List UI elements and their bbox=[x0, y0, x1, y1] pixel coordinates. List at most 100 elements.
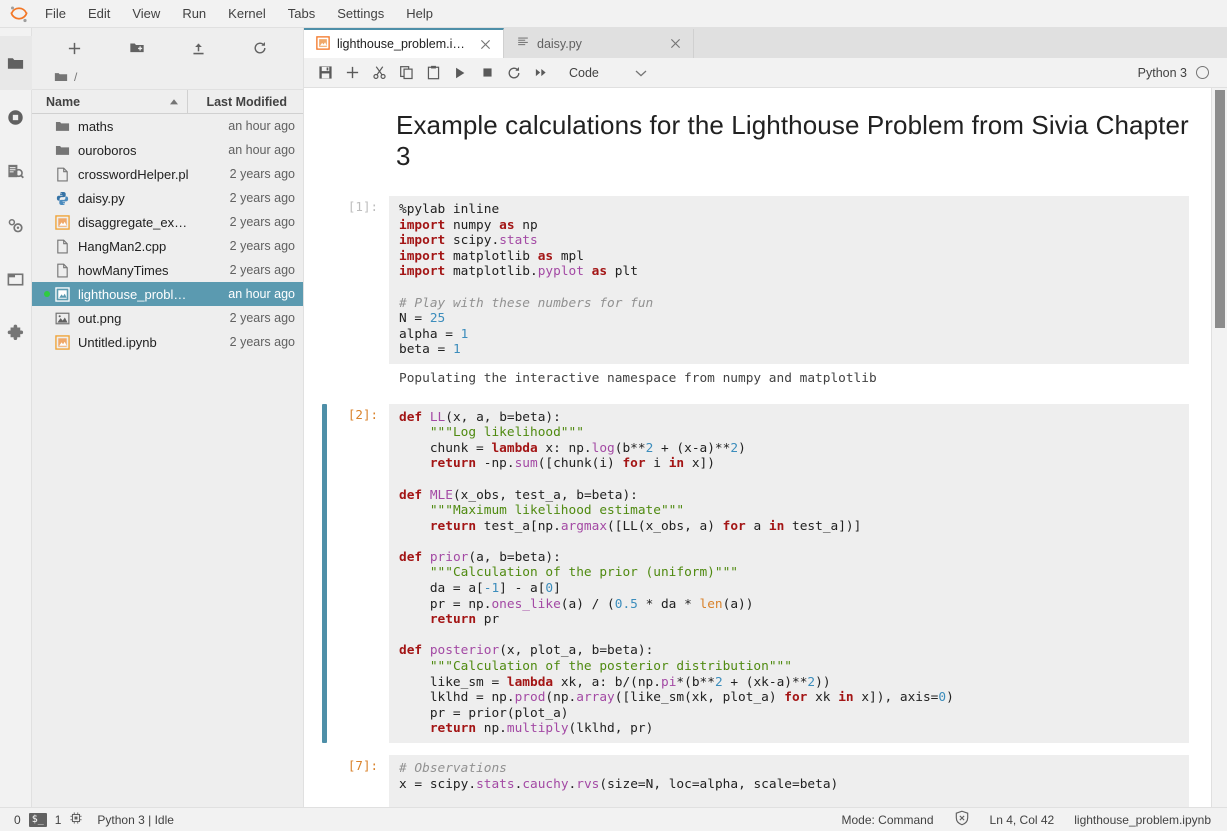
code-line: """Calculation of the prior (uniform)""" bbox=[399, 565, 1181, 581]
cursor-position[interactable]: Ln 4, Col 42 bbox=[990, 813, 1055, 827]
menu-help[interactable]: Help bbox=[395, 1, 444, 27]
file-list-item[interactable]: lighthouse_probl…an hour ago bbox=[32, 282, 303, 306]
scrollbar-thumb[interactable] bbox=[1215, 90, 1225, 328]
kernel-chip-icon[interactable] bbox=[69, 811, 83, 828]
code-line: return -np.sum([chunk(i) for i in x]) bbox=[399, 456, 1181, 472]
cell-editor[interactable]: # Observationsx = scipy.stats.cauchy.rvs… bbox=[389, 755, 1189, 807]
code-token: 2 bbox=[807, 675, 815, 690]
copy-cell-button[interactable] bbox=[393, 61, 419, 85]
cell-list: [1]:%pylab inlineimport numpy as npimpor… bbox=[304, 190, 1207, 807]
menu-file[interactable]: File bbox=[34, 1, 77, 27]
notebook-cell[interactable]: [2]:def LL(x, a, b=beta): """Log likelih… bbox=[322, 398, 1189, 749]
file-list-item[interactable]: crosswordHelper.pl2 years ago bbox=[32, 162, 303, 186]
code-token: prior bbox=[430, 550, 469, 565]
insert-cell-button[interactable] bbox=[339, 61, 365, 85]
sidebar-item-file-browser[interactable] bbox=[0, 36, 32, 90]
sidebar-item-property-inspector[interactable] bbox=[0, 198, 32, 252]
running-indicator-placeholder bbox=[44, 267, 50, 273]
cell-type-select[interactable]: Code bbox=[563, 64, 653, 82]
file-list-item[interactable]: disaggregate_ex…2 years ago bbox=[32, 210, 303, 234]
restart-and-run-all-button[interactable] bbox=[528, 61, 554, 85]
code-token: """Maximum likelihood estimate""" bbox=[430, 503, 684, 518]
status-filename: lighthouse_problem.ipynb bbox=[1074, 813, 1211, 827]
sidebar-item-running[interactable] bbox=[0, 90, 32, 144]
file-modified: 2 years ago bbox=[230, 239, 295, 253]
tab-daisy-py[interactable]: daisy.py bbox=[504, 29, 694, 58]
code-token: return bbox=[430, 612, 476, 627]
code-token: xk, a: b/(np. bbox=[553, 675, 661, 690]
code-token: ([chunk(i) bbox=[538, 456, 623, 471]
code-line: import numpy as np bbox=[399, 218, 1181, 234]
code-token: return bbox=[430, 519, 476, 534]
cell-editor[interactable]: def LL(x, a, b=beta): """Log likelihood"… bbox=[389, 404, 1189, 743]
file-list-item[interactable]: HangMan2.cpp2 years ago bbox=[32, 234, 303, 258]
kernel-status-text[interactable]: Python 3 | Idle bbox=[97, 813, 174, 827]
code-token: as bbox=[538, 249, 553, 264]
file-list-item[interactable]: daisy.py2 years ago bbox=[32, 186, 303, 210]
kernels-count[interactable]: 1 bbox=[55, 813, 62, 827]
file-modified: an hour ago bbox=[228, 143, 295, 157]
file-name: lighthouse_probl… bbox=[78, 287, 228, 302]
sidebar-item-command-palette[interactable] bbox=[0, 144, 32, 198]
save-button[interactable] bbox=[312, 61, 338, 85]
notebook-scrollbar[interactable] bbox=[1211, 88, 1227, 807]
not-trusted-shield-icon[interactable] bbox=[954, 810, 970, 829]
close-icon[interactable] bbox=[667, 36, 683, 52]
interrupt-kernel-button[interactable] bbox=[474, 61, 500, 85]
cell-editor[interactable]: %pylab inlineimport numpy as npimport sc… bbox=[389, 196, 1189, 364]
sidebar-item-open-tabs[interactable] bbox=[0, 252, 32, 306]
menu-settings[interactable]: Settings bbox=[326, 1, 395, 27]
paste-cell-button[interactable] bbox=[420, 61, 446, 85]
file-modified: 2 years ago bbox=[230, 263, 295, 277]
terminals-count[interactable]: 0 bbox=[14, 813, 21, 827]
code-token: plt bbox=[607, 264, 638, 279]
menu-run[interactable]: Run bbox=[171, 1, 217, 27]
restart-kernel-button[interactable] bbox=[501, 61, 527, 85]
status-badge: Mode: Command bbox=[841, 813, 933, 827]
tab-lighthouse-problem[interactable]: lighthouse_problem.ipynb bbox=[304, 28, 504, 58]
new-folder-button[interactable] bbox=[123, 36, 151, 60]
code-token: def bbox=[399, 643, 422, 658]
file-list-item[interactable]: howManyTimes2 years ago bbox=[32, 258, 303, 282]
menu-kernel[interactable]: Kernel bbox=[217, 1, 277, 27]
code-token: ) bbox=[738, 441, 746, 456]
running-indicator-placeholder bbox=[44, 123, 50, 129]
new-launcher-button[interactable] bbox=[61, 36, 89, 60]
sidebar-item-extension-manager[interactable] bbox=[0, 306, 32, 360]
refresh-button[interactable] bbox=[246, 36, 274, 60]
code-token bbox=[584, 264, 592, 279]
file-list-item[interactable]: Untitled.ipynb2 years ago bbox=[32, 330, 303, 354]
code-token: + (x-a)** bbox=[653, 441, 730, 456]
column-header-name[interactable]: Name bbox=[32, 95, 187, 109]
code-token: matplotlib bbox=[445, 249, 537, 264]
run-cell-button[interactable] bbox=[447, 61, 473, 85]
cut-cell-button[interactable] bbox=[366, 61, 392, 85]
folder-icon bbox=[52, 143, 72, 158]
menu-edit[interactable]: Edit bbox=[77, 1, 121, 27]
cell-prompt: [7]: bbox=[327, 755, 389, 807]
code-token: (a) / ( bbox=[561, 597, 615, 612]
menu-view[interactable]: View bbox=[121, 1, 171, 27]
file-list-item[interactable]: out.png2 years ago bbox=[32, 306, 303, 330]
breadcrumb[interactable]: / bbox=[32, 64, 303, 90]
code-line: # Observations bbox=[399, 761, 1181, 777]
code-token: for bbox=[622, 456, 645, 471]
python-icon bbox=[52, 191, 72, 206]
column-header-last-modified[interactable]: Last Modified bbox=[187, 90, 295, 114]
menu-tabs[interactable]: Tabs bbox=[277, 1, 326, 27]
code-token: chunk = bbox=[399, 441, 491, 456]
file-icon bbox=[52, 239, 72, 254]
file-list-item[interactable]: ouroborosan hour ago bbox=[32, 138, 303, 162]
code-token: LL bbox=[430, 410, 445, 425]
code-token: x]), axis= bbox=[854, 690, 939, 705]
notebook-cell[interactable]: [1]:%pylab inlineimport numpy as npimpor… bbox=[322, 190, 1189, 398]
notebook-cell[interactable]: [7]:# Observationsx = scipy.stats.cauchy… bbox=[322, 749, 1189, 807]
code-line: lklhd = np.prod(np.array([like_sm(xk, pl… bbox=[399, 690, 1181, 706]
upload-button[interactable] bbox=[184, 36, 212, 60]
code-token: ([LL(x_obs, a) bbox=[607, 519, 723, 534]
file-modified: 2 years ago bbox=[230, 191, 295, 205]
file-list-item[interactable]: mathsan hour ago bbox=[32, 114, 303, 138]
kernel-indicator[interactable]: Python 3 bbox=[1138, 66, 1219, 80]
close-icon[interactable] bbox=[477, 36, 493, 52]
terminal-icon[interactable]: $_ bbox=[29, 813, 47, 827]
